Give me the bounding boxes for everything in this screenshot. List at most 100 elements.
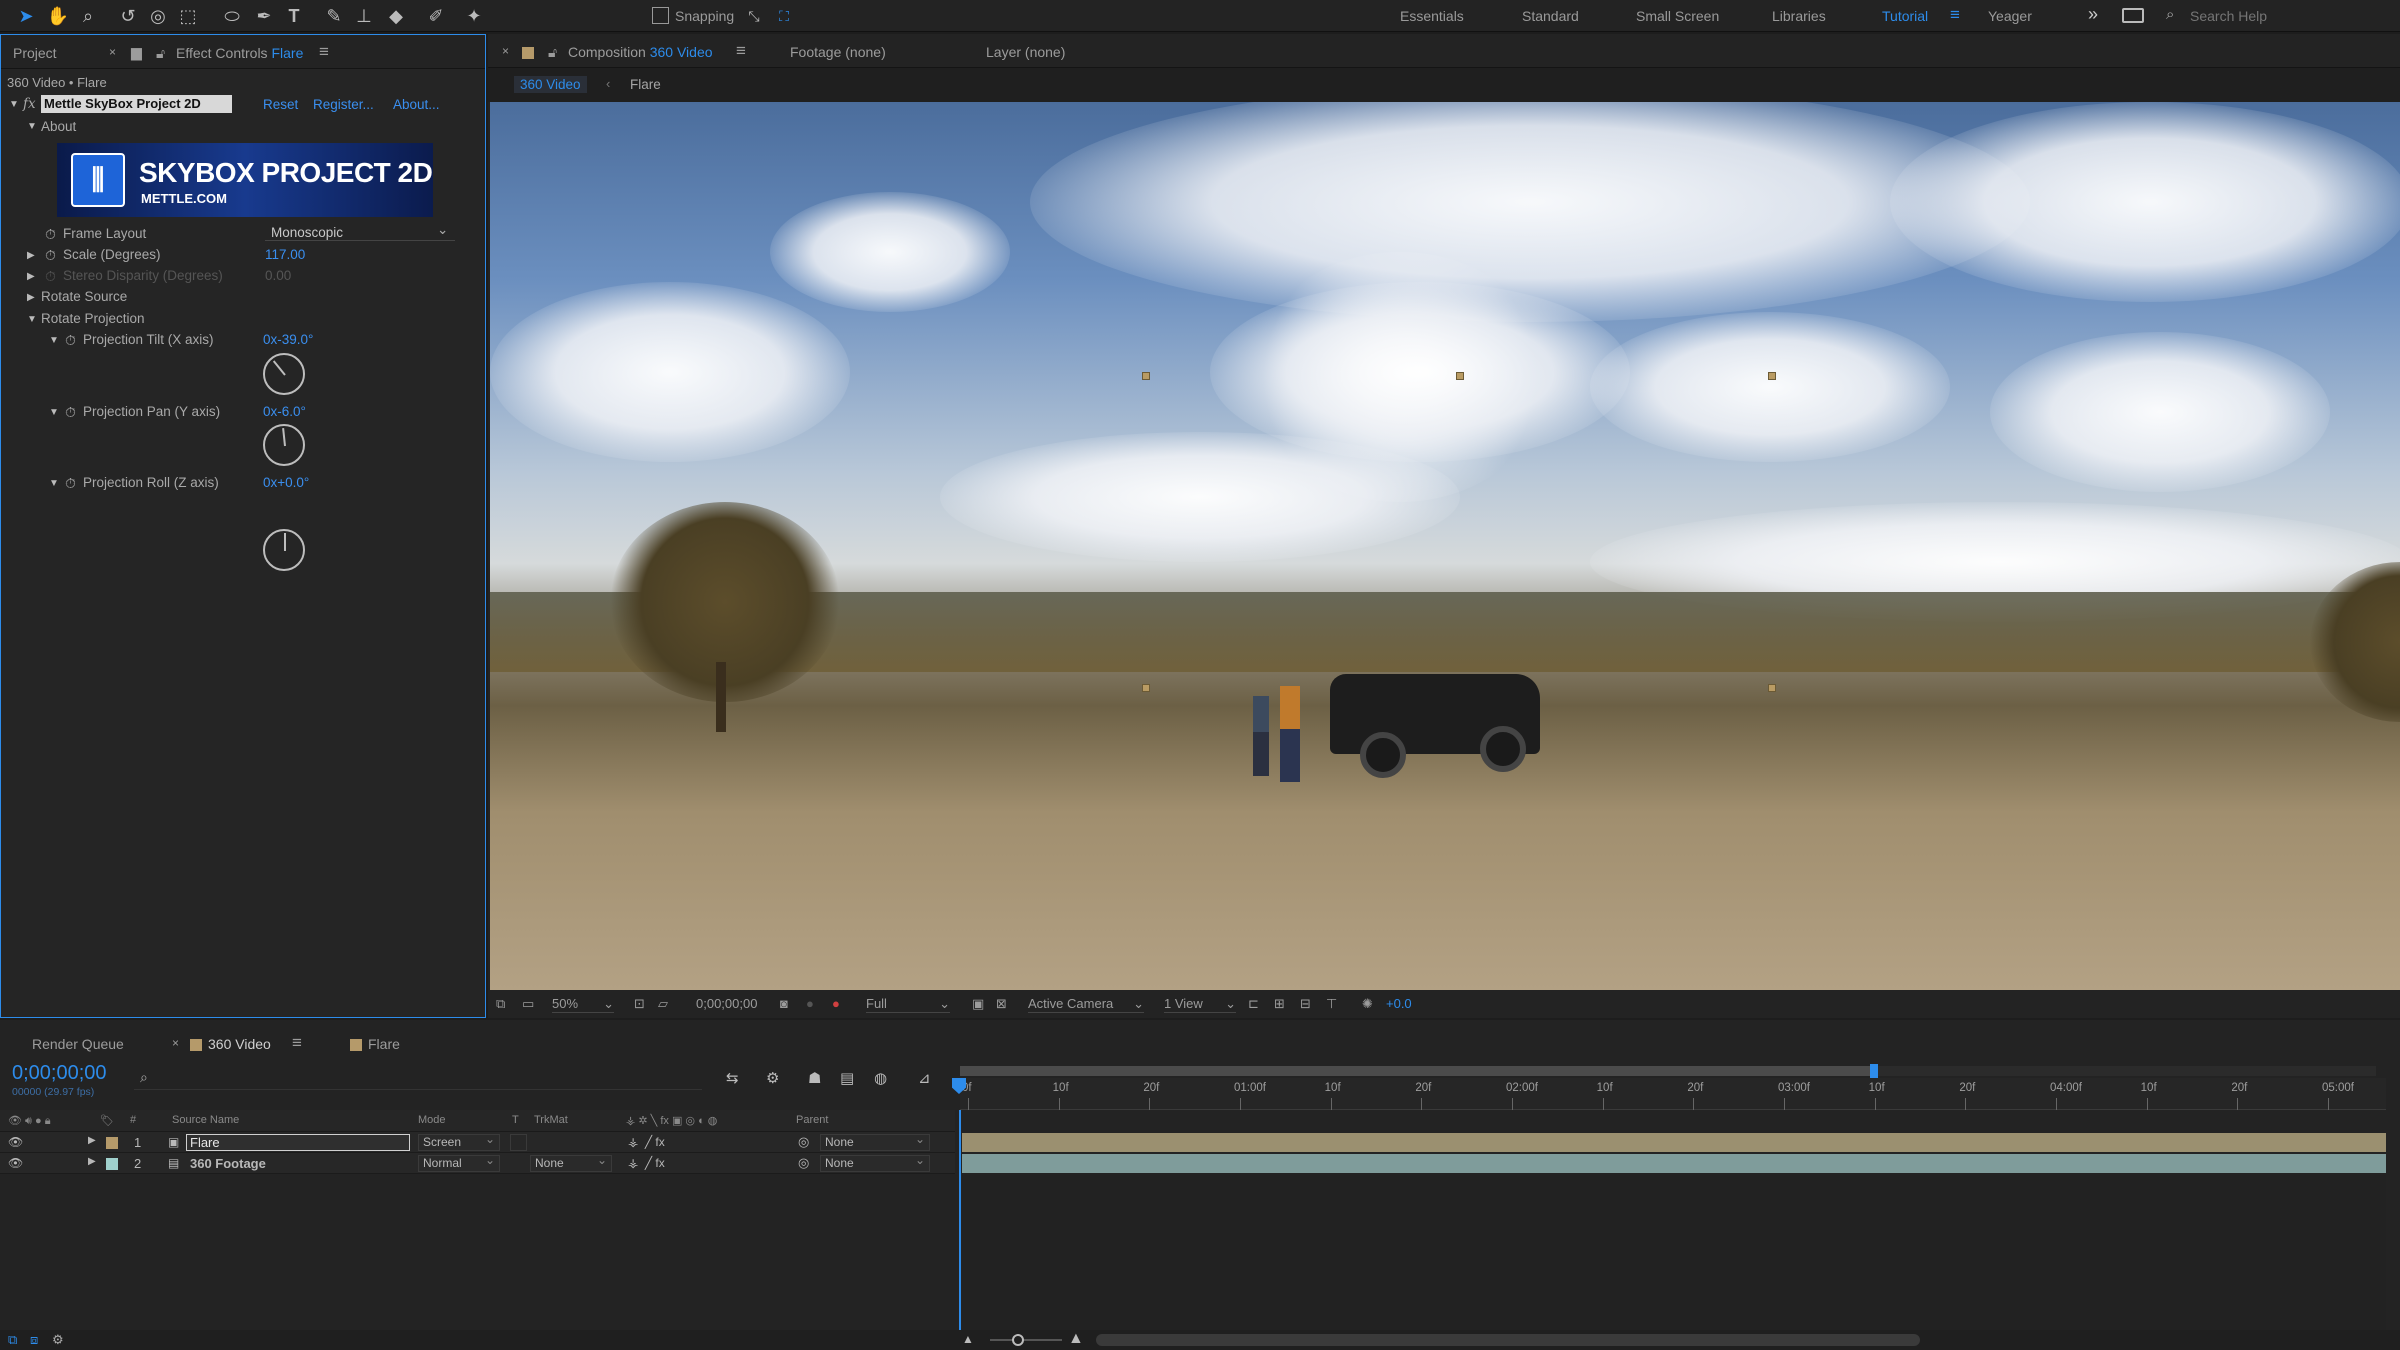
zoom-tool-icon[interactable]: ⌕ (76, 4, 100, 28)
register-link[interactable]: Register... (313, 97, 374, 112)
close-tab-icon[interactable]: × (172, 1036, 179, 1050)
tab-layer[interactable]: Layer (none) (986, 44, 1065, 60)
scale-expand-icon[interactable]: ▶ (27, 250, 35, 261)
pan-expand-icon[interactable]: ▼ (49, 407, 59, 418)
time-ruler[interactable]: 0f 10f 20f 01:00f 10f 20f 02:00f 10f 20f 03:00f 10… (960, 1078, 2386, 1110)
layer-name[interactable]: 360 Footage (190, 1156, 266, 1171)
close-tab-icon[interactable]: × (109, 45, 116, 59)
tab-360-video[interactable]: 360 Video (190, 1036, 271, 1052)
composition-canvas[interactable] (490, 102, 2400, 990)
crumb-360-video[interactable]: 360 Video (514, 76, 587, 93)
tab-flare[interactable]: Flare (350, 1036, 400, 1052)
workspace-essentials[interactable]: Essentials (1400, 8, 1464, 24)
timeline-zoom-slider[interactable] (990, 1339, 1062, 1341)
always-preview-icon[interactable]: ⧉ (496, 996, 505, 1012)
pickwhip-icon[interactable]: ◎ (798, 1155, 809, 1171)
lock-icon[interactable]: ▆ (131, 44, 142, 61)
toggle-pixel-aspect-icon[interactable]: ⊏ (1248, 996, 1259, 1012)
tab-composition[interactable]: Composition 360 Video (568, 44, 713, 60)
snap-options-icon[interactable]: ⛶ (772, 4, 796, 28)
crumb-flare[interactable]: Flare (630, 77, 661, 92)
layer-search-input[interactable]: ⌕ (134, 1068, 702, 1090)
modes-toggle-icon[interactable]: ⧈ (30, 1332, 38, 1348)
draft-3d-icon[interactable]: ⚙ (766, 1069, 779, 1087)
exposure-value[interactable]: +0.0 (1386, 996, 1412, 1011)
label-color[interactable] (106, 1158, 118, 1170)
layer-expand-icon[interactable]: ▶ (88, 1135, 96, 1146)
layer-name[interactable]: Flare (186, 1134, 410, 1151)
layer-row-2[interactable]: 👁︎ ▶ 2 ▤ 360 Footage Normal None ⚶ ╱ fx … (0, 1153, 955, 1174)
close-tab-icon[interactable]: × (502, 44, 509, 58)
reset-link[interactable]: Reset (263, 97, 298, 112)
layer-row-1[interactable]: 👁︎ ▶ 1 ▣ Flare Screen ⚶ ╱ fx ◎ None (0, 1132, 955, 1153)
views-dropdown[interactable]: 1 View ⌄ (1164, 996, 1236, 1013)
snap-icon[interactable]: ⤡ (742, 4, 766, 28)
workspace-tutorial[interactable]: Tutorial (1882, 8, 1928, 24)
transparency-grid-icon[interactable]: ⊠ (996, 996, 1007, 1012)
stopwatch-icon[interactable]: ⏱︎ (45, 247, 56, 264)
panel-menu-icon[interactable]: ≡ (319, 42, 329, 62)
work-area-range[interactable] (960, 1066, 1876, 1076)
zoom-out-icon[interactable]: ▲ (962, 1332, 974, 1346)
more-workspaces-icon[interactable]: » (2088, 4, 2098, 25)
ellipse-tool-icon[interactable]: ⬭ (220, 4, 244, 28)
rotate-tool-icon[interactable]: ↺ (116, 4, 140, 28)
workspace-small-screen[interactable]: Small Screen (1636, 8, 1719, 24)
visibility-eye-icon[interactable]: 👁︎ (8, 1156, 23, 1170)
layer-switches-toggle-icon[interactable]: ⧉ (8, 1332, 17, 1348)
layer-handle[interactable] (1768, 684, 1776, 692)
about-link[interactable]: About... (393, 97, 440, 112)
hand-tool-icon[interactable]: ✋ (46, 4, 70, 28)
projection-roll-dial[interactable] (263, 529, 305, 571)
layer-switches-icon[interactable]: ⚶ ╱ fx (628, 1156, 665, 1170)
eraser-tool-icon[interactable]: ◆ (384, 4, 408, 28)
parent-dropdown[interactable]: None (820, 1153, 930, 1172)
parent-dropdown[interactable]: None (820, 1132, 930, 1151)
timeline-icon[interactable]: ⊟ (1300, 996, 1311, 1012)
flowchart-icon[interactable]: ⊤ (1326, 996, 1337, 1012)
shy-layers-icon[interactable]: ☗ (808, 1069, 821, 1087)
stopwatch-icon[interactable]: ⏱︎ (65, 404, 76, 421)
lock-icon[interactable]: 🔓︎ (548, 44, 557, 61)
blend-mode-dropdown[interactable]: Normal (418, 1153, 500, 1172)
pickwhip-icon[interactable]: ◎ (798, 1134, 809, 1150)
label-color[interactable] (106, 1137, 118, 1149)
viewer-timecode[interactable]: 0;00;00;00 (696, 996, 757, 1011)
fit-icon[interactable]: ⊡ (634, 996, 645, 1012)
graph-editor-icon[interactable]: ⊿ (918, 1069, 931, 1087)
stopwatch-icon[interactable]: ⏱︎ (45, 226, 56, 243)
column-source-name[interactable]: Source Name (172, 1114, 239, 1126)
snapshot-icon[interactable]: ◙ (780, 996, 788, 1011)
workspace-yeager[interactable]: Yeager (1988, 8, 2032, 24)
puppet-pin-tool-icon[interactable]: ✦ (462, 4, 486, 28)
workspace-libraries[interactable]: Libraries (1772, 8, 1826, 24)
current-time[interactable]: 0;00;00;00 (12, 1062, 107, 1085)
search-help-input[interactable] (2190, 5, 2390, 27)
workspace-menu-icon[interactable]: ≡ (1950, 5, 1960, 25)
rotate-source-expand-icon[interactable]: ▶ (27, 292, 35, 303)
brush-tool-icon[interactable]: ✎ (322, 4, 346, 28)
preserve-transparency-checkbox[interactable] (510, 1134, 527, 1151)
tab-project[interactable]: Project (13, 45, 57, 61)
roto-brush-tool-icon[interactable]: ✐ (424, 4, 448, 28)
layer-switches-icon[interactable]: ⚶ ╱ fx (628, 1135, 665, 1149)
layer-bar-360-footage[interactable] (962, 1154, 2386, 1173)
projection-tilt-value[interactable]: 0x-39.0° (263, 332, 313, 347)
tab-render-queue[interactable]: Render Queue (32, 1036, 124, 1052)
projection-pan-dial[interactable] (263, 424, 305, 466)
snapping-checkbox[interactable] (652, 7, 669, 24)
region-of-interest-icon[interactable]: ▣ (972, 996, 984, 1012)
layer-handle[interactable] (1142, 372, 1150, 380)
zoom-in-icon[interactable]: ▲ (1068, 1330, 1084, 1348)
layer-expand-icon[interactable]: ▶ (88, 1156, 96, 1167)
frame-blending-icon[interactable]: ▤ (840, 1069, 854, 1087)
in-out-toggle-icon[interactable]: ⚙ (52, 1332, 64, 1348)
motion-blur-icon[interactable]: ◍ (874, 1069, 887, 1087)
reset-exposure-icon[interactable]: ✺ (1362, 996, 1373, 1012)
layer-handle[interactable] (1142, 684, 1150, 692)
track-matte-dropdown[interactable]: None (530, 1153, 612, 1172)
tab-effect-controls[interactable]: Effect Controls Flare (176, 45, 303, 61)
blend-mode-dropdown[interactable]: Screen (418, 1132, 500, 1151)
work-area-end-handle[interactable] (1870, 1064, 1878, 1078)
rotate-projection-expand-icon[interactable]: ▼ (27, 314, 37, 325)
